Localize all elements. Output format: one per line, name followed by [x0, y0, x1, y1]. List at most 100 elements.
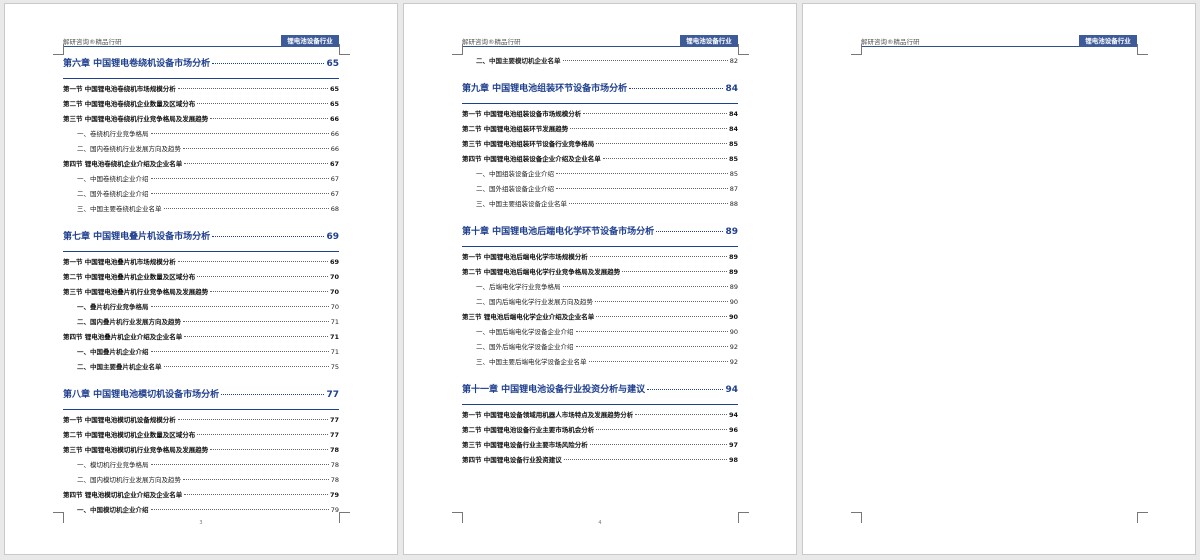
toc-entry-page: 90 — [728, 313, 738, 321]
toc-entry-item-bold[interactable]: 二、中国主要叠片机企业名单 75 — [63, 361, 339, 376]
toc-entry-title: 第三节 中国锂电池叠片机行业竞争格局及发展趋势 — [63, 288, 209, 296]
toc-entry-section[interactable]: 第二节 中国锂电池叠片机企业数量及区域分布 70 — [63, 271, 339, 286]
toc-entry-item[interactable]: 一、中国卷绕机企业介绍 67 — [63, 173, 339, 188]
toc-entry-item[interactable]: 一、模切机行业竞争格局 78 — [63, 459, 339, 474]
toc-dot-leader — [647, 389, 724, 390]
toc-dot-leader — [184, 336, 328, 337]
toc-entry-section[interactable]: 第四节 中国锂电池组装设备企业介绍及企业名单 85 — [462, 153, 738, 168]
toc-entry-title: 一、后端电化学行业竞争格局 — [476, 283, 561, 291]
toc-entry-item[interactable]: 二、国内卷绕机行业发展方向及趋势 66 — [63, 143, 339, 158]
toc-entry-item-bold[interactable]: 一、中国模切机企业介绍 79 — [63, 504, 339, 519]
toc-entry-section[interactable]: 第二节 中国锂电池模切机企业数量及区域分布 77 — [63, 429, 339, 444]
toc-entry-page: 89 — [725, 227, 738, 237]
toc-entry-title: 三、中国主要后端电化学设备企业名单 — [476, 358, 587, 366]
toc-dot-leader — [656, 231, 724, 232]
toc-entry-title: 第二节 中国锂电池叠片机企业数量及区域分布 — [63, 273, 196, 281]
toc-dot-leader — [150, 509, 329, 510]
toc-entry-item[interactable]: 二、国外后端电化学设备企业介绍 92 — [462, 341, 738, 356]
toc-entry-item[interactable]: 一、后端电化学行业竞争格局 89 — [462, 281, 738, 296]
toc-entry-title: 一、叠片机行业竞争格局 — [77, 303, 149, 311]
toc-dot-leader — [183, 479, 329, 480]
toc-entry-page: 85 — [728, 155, 738, 163]
toc-entry-section[interactable]: 第二节 中国锂电池组装环节发展趋势 84 — [462, 123, 738, 138]
toc-entry-section[interactable]: 第一节 中国锂电池后端电化学市场规模分析 89 — [462, 251, 738, 266]
toc-entry-page: 88 — [729, 200, 738, 208]
toc-entry-section[interactable]: 第三节 中国锂电池叠片机行业竞争格局及发展趋势 70 — [63, 286, 339, 301]
toc-entry-title: 第六章 中国锂电卷绕机设备市场分析 — [63, 59, 211, 69]
toc-dot-leader — [212, 63, 325, 64]
toc-dot-leader — [575, 331, 728, 332]
toc-entry-page: 89 — [728, 268, 738, 276]
toc-entry-section[interactable]: 第四节 中国锂电设备行业投资建议 98 — [462, 454, 738, 469]
crop-mark-top-right — [738, 44, 749, 55]
toc-entry-page: 92 — [729, 358, 738, 366]
toc-dot-leader — [177, 261, 328, 262]
toc-entry-section[interactable]: 第一节 中国锂电池组装设备市场规模分析 84 — [462, 108, 738, 123]
toc-entry-title: 三、中国主要组装设备企业名单 — [476, 200, 567, 208]
toc-entry-section[interactable]: 第二节 中国锂电池后端电化学行业竞争格局及发展趋势 89 — [462, 266, 738, 281]
toc-dot-leader — [569, 203, 728, 204]
toc-entry-item-bold[interactable]: 一、中国叠片机企业介绍 71 — [63, 346, 339, 361]
toc-dot-leader — [150, 464, 329, 465]
header-rule — [63, 46, 281, 47]
toc-entry-section[interactable]: 第一节 中国锂电池叠片机市场规模分析 69 — [63, 256, 339, 271]
toc-entry-item[interactable]: 一、卷绕机行业竞争格局 66 — [63, 128, 339, 143]
toc-entry-page: 77 — [329, 416, 339, 424]
document-page-3: 解研咨询®精品行研 锂电池设备行业 第六章 中国锂电卷绕机设备市场分析 65 第一节… — [4, 3, 398, 555]
toc-entry-section[interactable]: 第二节 中国锂电池卷绕机企业数量及区域分布 65 — [63, 98, 339, 113]
toc-entry-item[interactable]: 二、国外组装设备企业介绍 87 — [462, 183, 738, 198]
toc-entry-section[interactable]: 第三节 中国锂电设备行业主要市场风险分析 97 — [462, 439, 738, 454]
toc-entry-page: 94 — [725, 385, 738, 395]
toc-entry-item[interactable]: 二、国内后端电化学行业发展方向及趋势 90 — [462, 296, 738, 311]
toc-entry-title: 第十一章 中国锂电池设备行业投资分析与建议 — [462, 385, 646, 395]
toc-entry-item[interactable]: 三、中国主要组装设备企业名单 88 — [462, 198, 738, 213]
toc-entry-page: 89 — [729, 283, 738, 291]
toc-entry-chapter[interactable]: 第六章 中国锂电卷绕机设备市场分析 65 — [63, 56, 339, 79]
crop-mark-top-right — [339, 44, 350, 55]
toc-entry-title: 第四节 锂电池模切机企业介绍及企业名单 — [63, 491, 183, 499]
header-rule — [462, 46, 680, 47]
toc-entry-section[interactable]: 第三节 中国锂电池组装环节设备行业竞争格局 85 — [462, 138, 738, 153]
toc-entry-item-bold[interactable]: 一、叠片机行业竞争格局 70 — [63, 301, 339, 316]
toc-entry-item[interactable]: 一、中国后端电化学设备企业介绍 90 — [462, 326, 738, 341]
toc-entry-section[interactable]: 第四节 锂电池模切机企业介绍及企业名单 79 — [63, 489, 339, 504]
toc-entry-chapter[interactable]: 第九章 中国锂电池组装环节设备市场分析 84 — [462, 81, 738, 104]
toc-entry-page: 66 — [330, 130, 339, 138]
toc-entry-title: 二、中国主要模切机企业名单 — [476, 57, 561, 65]
toc-entry-item[interactable]: 三、中国主要后端电化学设备企业名单 92 — [462, 356, 738, 371]
toc-entry-chapter[interactable]: 第七章 中国锂电叠片机设备市场分析 69 — [63, 229, 339, 252]
toc-dot-leader — [163, 366, 329, 367]
toc-entry-item[interactable]: 二、国内模切机行业发展方向及趋势 78 — [63, 474, 339, 489]
toc-entry-section[interactable]: 第一节 中国锂电池卷绕机市场规模分析 65 — [63, 83, 339, 98]
toc-entry-page: 69 — [329, 258, 339, 266]
toc-entry-title: 一、中国卷绕机企业介绍 — [77, 175, 149, 183]
toc-dot-leader — [197, 103, 328, 104]
toc-dot-leader — [210, 449, 328, 450]
toc-entry-section[interactable]: 第四节 锂电池卷绕机企业介绍及企业名单 67 — [63, 158, 339, 173]
toc-entry-item-bold[interactable]: 二、国内叠片机行业发展方向及趋势 71 — [63, 316, 339, 331]
toc-entry-title: 一、中国后端电化学设备企业介绍 — [476, 328, 574, 336]
toc-entry-title: 第九章 中国锂电池组装环节设备市场分析 — [462, 84, 628, 94]
toc-entry-section[interactable]: 第一节 中国锂电设备领域用机器人市场特点及发展趋势分析 94 — [462, 409, 738, 424]
toc-entry-chapter[interactable]: 第十一章 中国锂电池设备行业投资分析与建议 94 — [462, 382, 738, 405]
toc-entry-item-bold[interactable]: 二、中国主要模切机企业名单 82 — [462, 55, 738, 70]
crop-mark-top-right — [1137, 44, 1148, 55]
page-number: 4 — [598, 520, 602, 526]
toc-entry-item[interactable]: 三、中国主要卷绕机企业名单 68 — [63, 203, 339, 218]
toc-dot-leader — [629, 88, 724, 89]
toc-entry-title: 第一节 中国锂电池模切机设备规模分析 — [63, 416, 176, 424]
toc-entry-item[interactable]: 一、中国组装设备企业介绍 85 — [462, 168, 738, 183]
toc-entry-chapter[interactable]: 第十章 中国锂电池后端电化学环节设备市场分析 89 — [462, 224, 738, 247]
toc-entry-title: 二、国内卷绕机行业发展方向及趋势 — [77, 145, 181, 153]
toc-entry-section[interactable]: 第二节 中国锂电池设备行业主要市场机会分析 96 — [462, 424, 738, 439]
toc-entry-section[interactable]: 第三节 中国锂电池卷绕机行业竞争格局及发展趋势 66 — [63, 113, 339, 128]
toc-entry-item[interactable]: 二、国外卷绕机企业介绍 67 — [63, 188, 339, 203]
toc-entry-section[interactable]: 第三节 锂电池后端电化学企业介绍及企业名单 90 — [462, 311, 738, 326]
toc-entry-section[interactable]: 第一节 中国锂电池模切机设备规模分析 77 — [63, 414, 339, 429]
toc-entry-section[interactable]: 第三节 中国锂电池模切机行业竞争格局及发展趋势 78 — [63, 444, 339, 459]
toc-entry-chapter[interactable]: 第八章 中国锂电池模切机设备市场分析 77 — [63, 387, 339, 410]
toc-entry-section[interactable]: 第四节 锂电池叠片机企业介绍及企业名单 71 — [63, 331, 339, 346]
toc-entry-page: 77 — [326, 390, 339, 400]
toc-entry-page: 79 — [329, 491, 339, 499]
toc-dot-leader — [150, 306, 329, 307]
